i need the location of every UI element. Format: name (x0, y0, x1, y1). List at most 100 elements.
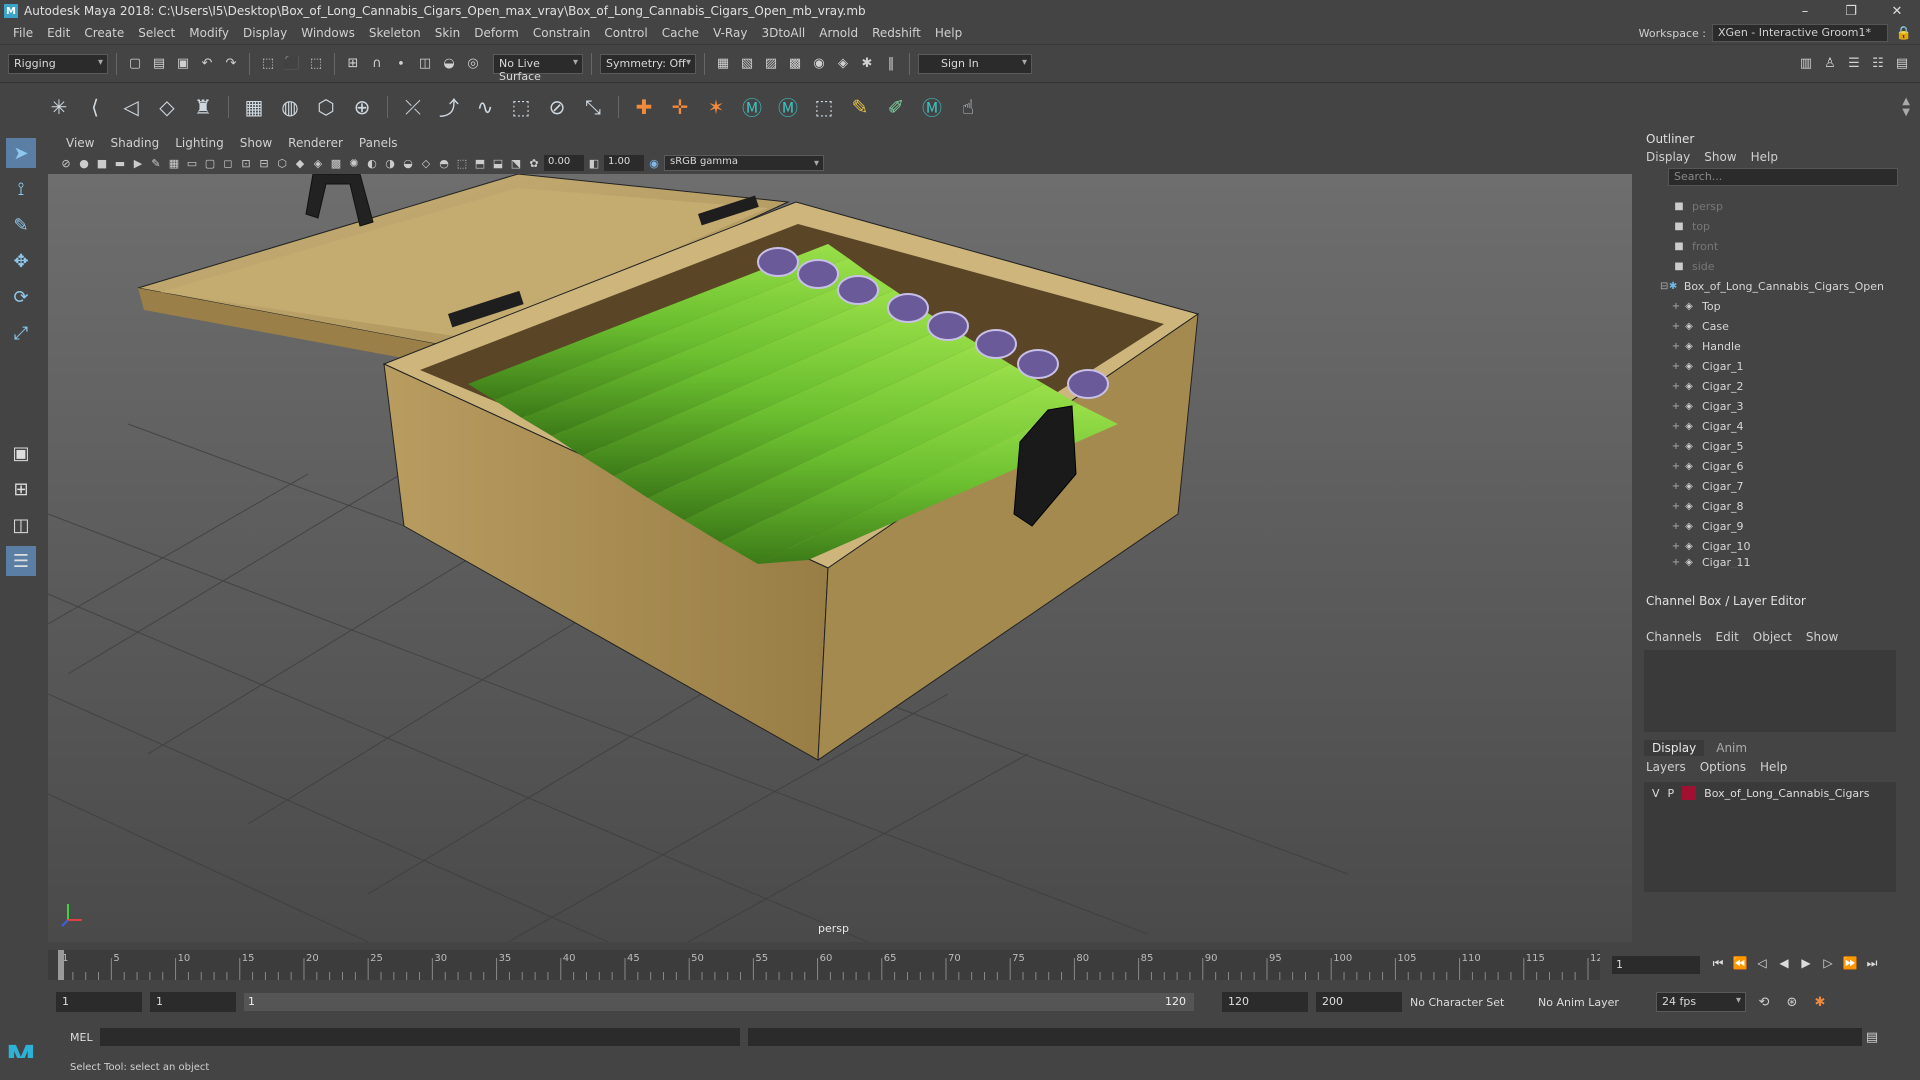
orient-constraint-icon[interactable]: ✶ (701, 92, 731, 122)
expand-icon[interactable]: + (1670, 341, 1682, 352)
menu-control[interactable]: Control (597, 26, 654, 40)
auto-key-icon[interactable]: ⊛ (1782, 992, 1802, 1012)
lights-icon[interactable]: ✺ (346, 155, 362, 171)
blend-shape-icon[interactable]: ⬡ (311, 92, 341, 122)
loop-icon[interactable]: ⟲ (1754, 992, 1774, 1012)
ambient-occlusion-icon[interactable]: ◑ (382, 155, 398, 171)
end-time-field[interactable]: 120 (1222, 992, 1308, 1012)
outliner-layout-icon[interactable]: ☰ (6, 546, 36, 576)
select-component-icon[interactable]: ⬚ (306, 54, 326, 74)
outliner-menu-display[interactable]: Display (1646, 150, 1690, 164)
outliner-item[interactable]: + ◈ Handle (1644, 336, 1884, 356)
save-scene-icon[interactable]: ▣ (173, 54, 193, 74)
wireframe-on-shaded-icon[interactable]: ◈ (310, 155, 326, 171)
expand-icon[interactable]: + (1670, 481, 1682, 492)
menu-modify[interactable]: Modify (182, 26, 236, 40)
render-icon[interactable]: ▦ (713, 54, 733, 74)
paint-weights-icon[interactable]: ✎ (845, 92, 875, 122)
render-view-icon[interactable]: ◈ (833, 54, 853, 74)
outliner-item[interactable]: + ◈ Cigar_2 (1644, 376, 1884, 396)
viewport-menu-panels[interactable]: Panels (351, 136, 406, 150)
layer-row[interactable]: V P Box_of_Long_Cannabis_Cigars (1644, 782, 1896, 804)
layer-visibility-toggle[interactable]: V (1652, 787, 1660, 800)
outliner-menu-help[interactable]: Help (1751, 150, 1778, 164)
outliner-menu-show[interactable]: Show (1704, 150, 1736, 164)
viewport-menu-renderer[interactable]: Renderer (280, 136, 351, 150)
outliner-item[interactable]: + ◈ Cigar_5 (1644, 436, 1884, 456)
textured-icon[interactable]: ▩ (328, 155, 344, 171)
layer-playback-toggle[interactable]: P (1668, 787, 1675, 800)
image-plane-icon[interactable]: ▬ (112, 155, 128, 171)
hypershade-icon[interactable]: ◉ (809, 54, 829, 74)
aim-constraint-icon[interactable]: ✛ (665, 92, 695, 122)
menu-redshift[interactable]: Redshift (865, 26, 928, 40)
expand-icon[interactable]: + (1670, 381, 1682, 392)
persp-outliner-icon[interactable]: ◫ (6, 510, 36, 540)
outliner-item[interactable]: + ◈ Cigar_1 (1644, 356, 1884, 376)
expand-icon[interactable]: + (1670, 421, 1682, 432)
outliner-item[interactable]: + ◈ Cigar_11 (1644, 556, 1884, 568)
select-tool-icon[interactable]: ➤ (6, 138, 36, 168)
undo-icon[interactable]: ↶ (197, 54, 217, 74)
safe-action-icon[interactable]: ⊟ (256, 155, 272, 171)
menu-edit[interactable]: Edit (40, 26, 77, 40)
film-gate-icon[interactable]: ▭ (184, 155, 200, 171)
pole-vector-icon[interactable]: Ⓜ (773, 92, 803, 122)
lattice-icon[interactable]: ▦ (239, 92, 269, 122)
paint-skin-icon[interactable]: ✐ (881, 92, 911, 122)
menu-create[interactable]: Create (77, 26, 131, 40)
time-slider[interactable]: 1 5 10 15 20 25 30 35 40 45 50 55 60 65 70 75 80 85 90 95 10… (48, 950, 1600, 980)
paint-select-tool-icon[interactable]: ✎ (6, 210, 36, 240)
outliner-item[interactable]: + ◈ Cigar_10 (1644, 536, 1884, 556)
menu-file[interactable]: File (6, 26, 40, 40)
ipr-render-icon[interactable]: ▨ (761, 54, 781, 74)
channel-box-icon[interactable]: ▤ (1892, 54, 1912, 74)
vray-icon[interactable]: ✱ (857, 54, 877, 74)
menu-select[interactable]: Select (131, 26, 182, 40)
expand-icon[interactable]: + (1670, 557, 1682, 568)
expand-icon[interactable]: + (1670, 321, 1682, 332)
expand-icon[interactable]: + (1670, 501, 1682, 512)
lasso-tool-icon[interactable]: ⟟ (6, 174, 36, 204)
snap-point-icon[interactable]: ∙ (391, 54, 411, 74)
sign-in-dropdown[interactable]: Sign In (918, 53, 1032, 74)
bookmark-icon[interactable]: ■ (94, 155, 110, 171)
tool-settings-icon[interactable]: ☷ (1868, 54, 1888, 74)
step-forward-frame-icon[interactable]: ▷ (1820, 954, 1836, 972)
select-object-icon[interactable]: ⬛ (282, 54, 302, 74)
step-back-frame-icon[interactable]: ◁ (1754, 954, 1770, 972)
play-forward-icon[interactable]: ▶ (1798, 954, 1814, 972)
parent-constraint-icon[interactable]: Ⓜ (737, 92, 767, 122)
menu-3dtoall[interactable]: 3DtoAll (754, 26, 812, 40)
layer-menu-help[interactable]: Help (1760, 760, 1787, 774)
script-editor-icon[interactable]: ▤ (1862, 1027, 1882, 1047)
color-space-dropdown[interactable]: sRGB gamma (664, 155, 824, 171)
step-back-key-icon[interactable]: ⏪ (1732, 954, 1748, 972)
snap-curve-icon[interactable]: ∩ (367, 54, 387, 74)
shelf-down-icon[interactable]: ▼ (1902, 107, 1910, 118)
outliner-item[interactable]: + ◈ Cigar_4 (1644, 416, 1884, 436)
ik-handle-icon[interactable]: ⟨ (80, 92, 110, 122)
wireframe-icon[interactable]: ⬡ (274, 155, 290, 171)
layer-color-swatch[interactable] (1682, 786, 1697, 800)
start-time-field[interactable]: 1 (56, 992, 142, 1012)
menu-set-dropdown[interactable]: Rigging (8, 53, 108, 74)
workspace-dropdown[interactable]: XGen - Interactive Groom1* (1712, 24, 1888, 42)
select-hierarchy-icon[interactable]: ⬚ (258, 54, 278, 74)
outliner-item[interactable]: ■ top (1644, 216, 1884, 236)
pause-icon[interactable]: ‖ (881, 54, 901, 74)
ik-spline-icon[interactable]: ◁ (116, 92, 146, 122)
expand-icon[interactable]: + (1670, 461, 1682, 472)
modeling-toolkit-icon[interactable]: ▥ (1796, 54, 1816, 74)
xray-joints-icon[interactable]: ⬓ (490, 155, 506, 171)
snap-grid-icon[interactable]: ⊞ (343, 54, 363, 74)
bind-skin-icon[interactable]: ◇ (152, 92, 182, 122)
gamma-field[interactable]: 1.00 (604, 155, 644, 171)
single-perspective-icon[interactable]: ▣ (6, 438, 36, 468)
redo-icon[interactable]: ↷ (221, 54, 241, 74)
outliner-item[interactable]: ■ persp (1644, 196, 1884, 216)
open-scene-icon[interactable]: ▤ (149, 54, 169, 74)
current-frame-field[interactable]: 1 (1612, 956, 1700, 974)
component-editor-icon[interactable]: ☝ (953, 92, 983, 122)
attribute-editor-icon[interactable]: ☰ (1844, 54, 1864, 74)
